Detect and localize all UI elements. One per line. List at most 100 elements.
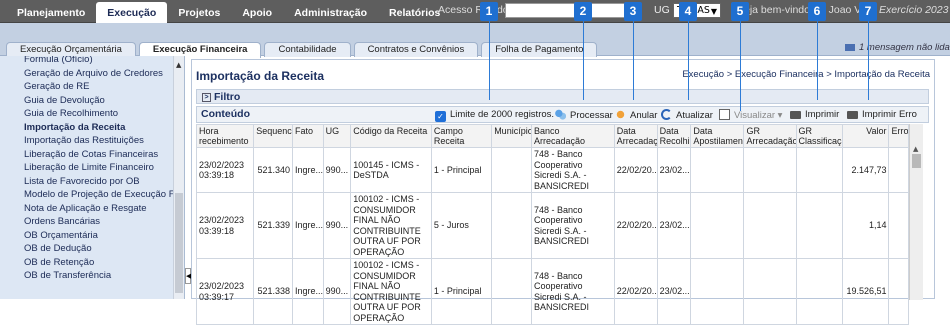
chevron-right-icon: > bbox=[202, 93, 211, 102]
table-cell bbox=[491, 192, 533, 259]
menu-administracao[interactable]: Administração bbox=[283, 2, 378, 23]
welcome-text: Seja bem-vindo(a), Joao Vitor bbox=[737, 4, 876, 16]
table-cell: 23/02... bbox=[656, 258, 692, 325]
table-cell: 23/02... bbox=[656, 147, 692, 193]
sidebar-item[interactable]: Guia de Recolhimento bbox=[0, 107, 184, 121]
column-header[interactable]: Hora recebimento bbox=[195, 124, 255, 148]
column-header[interactable]: Data Arrecadação bbox=[613, 124, 658, 148]
sidebar-item[interactable]: Geração de Arquivo de Credores bbox=[0, 67, 184, 81]
table-cell: Ingre... bbox=[292, 192, 324, 259]
table-cell: 19.526,51 bbox=[841, 258, 890, 325]
callout-pointer-line bbox=[740, 21, 741, 111]
main-content: Importação da Receita Execução > Execuçã… bbox=[191, 59, 935, 325]
column-header[interactable]: GR Classificação bbox=[795, 124, 843, 148]
table-row[interactable]: 23/02/2023 03:39:18 521.339 Ingre... 990...… bbox=[195, 192, 909, 259]
sidebar-item-active[interactable]: Importação da Receita bbox=[0, 121, 184, 135]
anular-button[interactable]: Anular bbox=[615, 109, 657, 121]
messages-link[interactable]: 1 mensagem não lida bbox=[845, 42, 950, 53]
column-header[interactable]: Data Apostilamento bbox=[690, 124, 745, 148]
table-cell bbox=[690, 192, 745, 259]
callout-pointer-line bbox=[817, 21, 818, 100]
sidebar-item[interactable]: Ordens Bancárias bbox=[0, 215, 184, 229]
column-header[interactable]: Banco Arrecadação bbox=[531, 124, 615, 148]
menu-execucao[interactable]: Execução bbox=[96, 2, 168, 23]
sidebar-scrollbar[interactable]: ▲ bbox=[173, 56, 184, 299]
sidebar-item[interactable]: Liberação de Limite Financeiro bbox=[0, 161, 184, 175]
column-header[interactable]: Sequencial bbox=[253, 124, 294, 148]
callout-pointer-line bbox=[583, 21, 584, 100]
sidebar-item[interactable]: Modelo de Projeção de Execução Financeir… bbox=[0, 188, 184, 202]
column-header[interactable]: Erro bbox=[888, 124, 909, 148]
tab-contabilidade[interactable]: Contabilidade bbox=[264, 42, 351, 57]
sidebar-item[interactable]: Liberação de Cotas Financeiras bbox=[0, 148, 184, 162]
table-scrollbar[interactable]: ▲ bbox=[909, 124, 923, 300]
callout-badge: 1 bbox=[480, 2, 498, 21]
column-header[interactable]: GR Arrecadação bbox=[743, 124, 797, 148]
table-scroll-thumb[interactable] bbox=[912, 154, 921, 168]
sidebar-item[interactable]: Geração de RE bbox=[0, 80, 184, 94]
tab-contratos-convenios[interactable]: Contratos e Convênios bbox=[353, 42, 479, 57]
callout-badge: 4 bbox=[679, 2, 697, 21]
table-row[interactable]: 23/02/2023 03:39:17 521.338 Ingre... 990...… bbox=[195, 258, 909, 325]
tab-execucao-orcamentaria[interactable]: Execução Orçamentária bbox=[6, 42, 136, 57]
table-row[interactable]: 23/02/2023 03:39:18 521.340 Ingre... 990...… bbox=[195, 147, 909, 193]
column-header[interactable]: Município bbox=[491, 124, 533, 148]
menu-planejamento[interactable]: Planejamento bbox=[6, 2, 96, 23]
filter-panel-header[interactable]: > Filtro bbox=[196, 89, 929, 104]
sidebar-item[interactable]: OB de Transferência bbox=[0, 269, 184, 283]
visualizar-button[interactable]: Visualizar ▾ bbox=[719, 109, 782, 121]
callout-badge: 3 bbox=[624, 2, 642, 21]
preview-icon bbox=[719, 109, 730, 120]
receipts-table: Hora recebimento Sequencial Fato UG Códi… bbox=[195, 124, 909, 325]
column-header[interactable]: Fato bbox=[292, 124, 324, 148]
sidebar-item[interactable]: Importação das Restituições bbox=[0, 134, 184, 148]
table-cell: 1 - Principal bbox=[430, 147, 493, 193]
scroll-up-icon[interactable]: ▲ bbox=[913, 145, 918, 153]
filter-label: Filtro bbox=[214, 91, 241, 103]
table-cell: 1 - Principal bbox=[430, 258, 493, 325]
main-menu: Planejamento Execução Projetos Apoio Adm… bbox=[6, 2, 451, 23]
tab-folha-pagamento[interactable]: Folha de Pagamento bbox=[481, 42, 598, 57]
processar-button[interactable]: Processar bbox=[555, 109, 613, 121]
table-cell bbox=[795, 147, 843, 193]
atualizar-label: Atualizar bbox=[676, 110, 713, 121]
table-cell: Ingre... bbox=[292, 147, 324, 193]
breadcrumb[interactable]: Execução > Execução Financeira > Importa… bbox=[682, 69, 930, 80]
callout-badge: 2 bbox=[574, 2, 592, 21]
menu-apoio[interactable]: Apoio bbox=[231, 2, 283, 23]
table-cell: 748 - Banco Cooperativo Sicredi S.A. - B… bbox=[531, 258, 615, 325]
quick-access-input[interactable] bbox=[505, 3, 637, 18]
limit-checkbox[interactable]: ✓ Limite de 2000 registros. bbox=[435, 109, 554, 122]
callout-pointer-line bbox=[633, 21, 634, 100]
sidebar-item[interactable]: Formula (Ofício) bbox=[0, 56, 184, 67]
sidebar-scroll-thumb[interactable] bbox=[175, 193, 183, 293]
cancel-icon bbox=[615, 109, 626, 120]
table-cell: 990... bbox=[322, 147, 352, 193]
sidebar-item[interactable]: Nota de Aplicação e Resgate bbox=[0, 202, 184, 216]
column-header[interactable]: UG bbox=[322, 124, 352, 148]
atualizar-button[interactable]: Atualizar bbox=[661, 109, 713, 121]
column-header[interactable]: Data Recolhim. bbox=[656, 124, 692, 148]
column-header[interactable]: Valor bbox=[841, 124, 890, 148]
table-cell: 100102 - ICMS - CONSUMIDOR FINAL NÃO CON… bbox=[350, 192, 432, 259]
sidebar-item[interactable]: OB de Retenção bbox=[0, 256, 184, 270]
content-toolbar: Conteúdo ✓ Limite de 2000 registros. Proc… bbox=[196, 106, 929, 123]
sidebar-item[interactable]: Lista de Favorecido por OB bbox=[0, 175, 184, 189]
quick-access-label: Acesso Rápido bbox=[438, 4, 509, 16]
column-header[interactable]: Campo Receita bbox=[430, 124, 493, 148]
table-cell: 990... bbox=[322, 258, 352, 325]
limit-label: Limite de 2000 registros. bbox=[450, 109, 555, 120]
menu-projetos[interactable]: Projetos bbox=[167, 2, 231, 23]
scroll-up-icon[interactable]: ▲ bbox=[176, 61, 181, 69]
sidebar-item[interactable]: OB Orçamentária bbox=[0, 229, 184, 243]
imprimir-erro-button[interactable]: Imprimir Erro bbox=[847, 109, 917, 120]
sidebar-item[interactable]: Guia de Devolução bbox=[0, 94, 184, 108]
content-label: Conteúdo bbox=[201, 108, 250, 120]
column-header[interactable]: Código da Receita bbox=[350, 124, 432, 148]
table-cell: 5 - Juros bbox=[430, 192, 493, 259]
sidebar-item[interactable]: OB de Dedução bbox=[0, 242, 184, 256]
sub-navigation-bar: Execução Orçamentária Execução Financeir… bbox=[0, 23, 950, 58]
table-cell: 23/02... bbox=[656, 192, 692, 259]
imprimir-button[interactable]: Imprimir bbox=[790, 109, 839, 120]
table-cell bbox=[690, 147, 745, 193]
